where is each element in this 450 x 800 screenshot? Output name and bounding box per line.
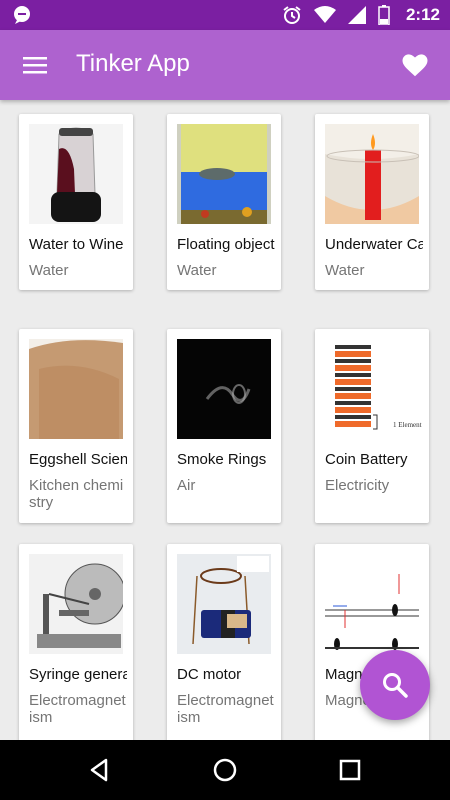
- experiment-name: Syringe generator: [29, 666, 127, 683]
- experiment-card-water-to-wine[interactable]: Water to Wine Water: [19, 114, 133, 290]
- experiment-category: Electromagnetism: [29, 692, 126, 726]
- experiment-name: DC motor: [177, 666, 242, 683]
- hamburger-menu-icon[interactable]: [22, 52, 48, 78]
- experiment-card-dc-motor[interactable]: DC motor Electromagnetism: [167, 544, 281, 740]
- recents-icon[interactable]: [336, 756, 364, 784]
- clock: 2:12: [405, 5, 440, 24]
- search-icon: [383, 673, 408, 698]
- experiment-category: Water: [325, 262, 365, 279]
- magnet-image: [325, 554, 419, 654]
- experiment-category: Electricity: [325, 477, 390, 494]
- experiment-card-underwater-candle[interactable]: Underwater Candle Water: [315, 114, 429, 290]
- experiment-card-eggshell-science[interactable]: Eggshell Science Kitchen chemistry: [19, 329, 133, 523]
- experiment-card-floating-objects[interactable]: Floating objects Water: [167, 114, 281, 290]
- signal-icon: [347, 6, 366, 24]
- app-bar: Tinker App: [0, 30, 450, 100]
- battery-icon: [378, 5, 390, 25]
- experiment-name: Eggshell Science: [29, 451, 127, 468]
- heart-icon[interactable]: [400, 50, 430, 80]
- back-icon[interactable]: [86, 756, 114, 784]
- navigation-bar: [0, 740, 450, 800]
- underwater-candle-image: [325, 124, 419, 224]
- coin-battery-label: 1 Element: [393, 421, 422, 429]
- home-icon[interactable]: [211, 756, 239, 784]
- water-to-wine-image: [29, 124, 123, 224]
- experiment-grid: Water to Wine Water Floating objects Wat…: [0, 100, 450, 740]
- search-button[interactable]: [360, 650, 430, 720]
- experiment-card-syringe-generator[interactable]: Syringe generator Electromagnetism: [19, 544, 133, 740]
- experiment-card-smoke-rings[interactable]: Smoke Rings Air: [167, 329, 281, 523]
- experiment-category: Air: [177, 477, 196, 494]
- experiment-name: Underwater Candle: [325, 236, 423, 253]
- experiment-category: Water: [29, 262, 69, 279]
- experiment-name: Water to Wine: [29, 236, 124, 253]
- smoke-rings-image: [177, 339, 271, 439]
- eggshell-science-image: [29, 339, 123, 439]
- floating-objects-image: [177, 124, 271, 224]
- experiment-card-coin-battery[interactable]: 1 Element Coin Battery Electricity: [315, 329, 429, 523]
- status-bar: 2:12: [0, 0, 450, 30]
- alarm-icon: [283, 6, 301, 24]
- wifi-icon: [313, 6, 336, 23]
- experiment-name: Smoke Rings: [177, 451, 267, 468]
- experiment-category: Kitchen chemistry: [29, 477, 124, 511]
- dc-motor-image: [177, 554, 271, 654]
- syringe-generator-image: [29, 554, 123, 654]
- app-title: Tinker App: [76, 50, 190, 77]
- experiment-category: Water: [177, 262, 217, 279]
- notification-bubble-icon: [14, 6, 30, 24]
- experiment-name: Coin Battery: [325, 451, 408, 468]
- experiment-name: Floating objects: [177, 236, 275, 253]
- experiment-category: Electromagnetism: [177, 692, 274, 726]
